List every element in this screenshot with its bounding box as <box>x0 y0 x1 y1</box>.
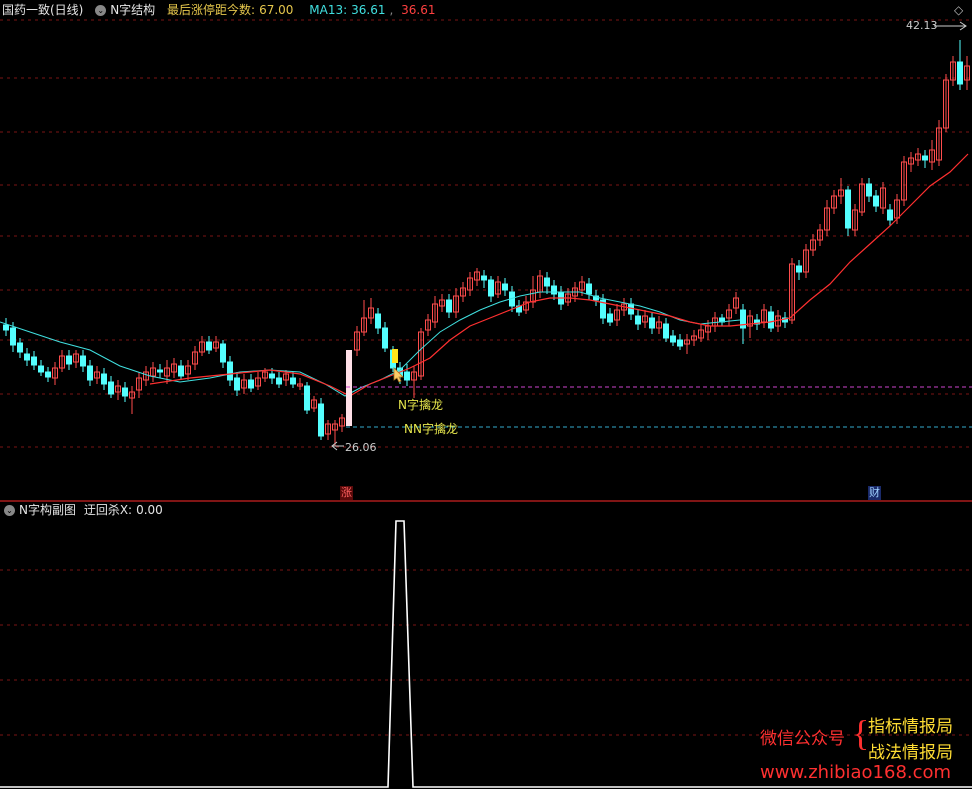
candle-body <box>17 342 23 353</box>
signal-bar-pink <box>346 350 352 426</box>
candle-body <box>3 324 9 331</box>
candle-body <box>108 381 114 395</box>
candle-body <box>66 355 72 365</box>
candle-body <box>234 377 240 391</box>
candle-body <box>382 327 388 349</box>
candle-body <box>122 387 128 397</box>
chart-canvas <box>0 19 972 788</box>
cai-marker[interactable]: 财 <box>868 486 881 500</box>
sub-indicator-menu-icon[interactable]: ⌄ <box>4 505 15 516</box>
candle-body <box>248 379 254 389</box>
candle-body <box>45 371 51 378</box>
candle-body <box>206 341 212 351</box>
candle-body <box>446 299 452 313</box>
sub-param-value: 0.00 <box>136 503 163 517</box>
candle-body <box>10 327 16 346</box>
zhang-marker[interactable]: 涨 <box>340 486 353 500</box>
candle-body <box>551 285 557 295</box>
sub-indicator-name[interactable]: N字构副图 <box>19 503 76 517</box>
candle-body <box>404 371 410 381</box>
candle-body <box>31 356 37 366</box>
candle-body <box>488 279 494 297</box>
candle-body <box>873 195 879 207</box>
candle-body <box>178 365 184 377</box>
candle-body <box>887 209 893 221</box>
candle-body <box>768 311 774 329</box>
watermark-wechat: 微信公众号 <box>760 729 845 749</box>
watermark-line2: 战法情报局 <box>868 743 953 763</box>
candle-body <box>635 315 641 325</box>
candle-body <box>24 353 30 361</box>
signal-label-1: N字擒龙 <box>398 398 443 412</box>
sub-chart-header: ⌄ N字构副图 迂回杀X: 0.00 <box>0 500 167 520</box>
watermark-line1: 指标情报局 <box>868 717 953 737</box>
candle-body <box>318 403 324 437</box>
candle-body <box>276 377 282 385</box>
candle-body <box>290 377 296 385</box>
candle-body <box>649 317 655 329</box>
candle-body <box>87 365 93 381</box>
candle-body <box>544 277 550 287</box>
candle-body <box>866 183 872 197</box>
signal-label-2: NN字擒龙 <box>404 422 458 436</box>
watermark-url: www.zhibiao168.com <box>760 762 952 783</box>
candle-body <box>375 313 381 329</box>
candle-body <box>663 323 669 339</box>
high-price-label: 42.13 <box>906 19 938 32</box>
candle-body <box>269 373 275 379</box>
candle-body <box>677 339 683 347</box>
candle-body <box>796 265 802 273</box>
candle-body <box>607 313 613 323</box>
sub-param-label: 迂回杀X: <box>83 503 133 517</box>
candle-body <box>481 275 487 281</box>
candle-body <box>957 61 963 85</box>
candle-body <box>586 283 592 295</box>
low-price-label: 26.06 <box>345 441 377 454</box>
candle-body <box>38 365 44 373</box>
candle-body <box>304 385 310 411</box>
candle-body <box>845 189 851 229</box>
signal-bar-yellow <box>392 349 398 363</box>
candle-body <box>157 369 163 373</box>
candle-body <box>220 343 226 363</box>
watermark-brace: { <box>852 713 870 753</box>
candle-body <box>922 155 928 161</box>
candle-body <box>670 335 676 343</box>
candle-body <box>80 355 86 367</box>
candle-body <box>101 373 107 385</box>
candle-body <box>502 283 508 291</box>
candle-body <box>227 361 233 381</box>
